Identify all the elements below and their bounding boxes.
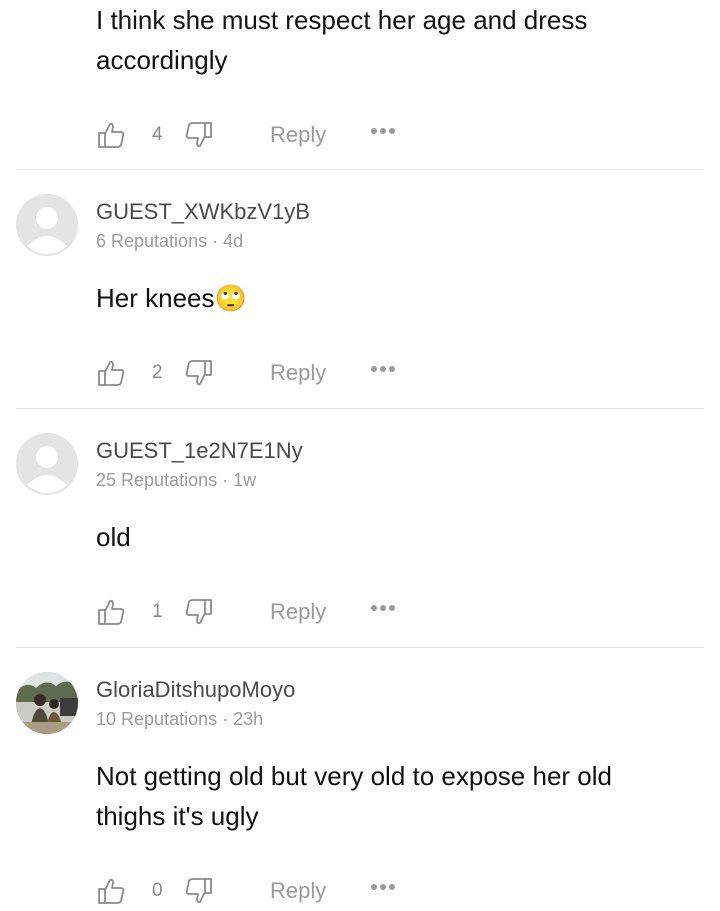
- reputation-count: 6 Reputations: [96, 231, 208, 251]
- reputation-count: 10 Reputations: [96, 709, 218, 729]
- thumbs-up-icon[interactable]: [96, 358, 126, 388]
- more-options-icon[interactable]: [370, 126, 396, 136]
- comment-text-body: Her knees: [96, 283, 215, 313]
- divider: [16, 408, 704, 409]
- comment-time: 1w: [233, 470, 257, 490]
- more-options-icon[interactable]: [370, 364, 396, 374]
- thumbs-up-icon[interactable]: [96, 120, 126, 150]
- thumbs-down-icon[interactable]: [184, 597, 214, 627]
- comment-text: Her knees🙄: [96, 278, 686, 318]
- reputation-count: 25 Reputations: [96, 470, 218, 490]
- comment-meta: 6 Reputations · 4d: [96, 231, 243, 252]
- comment-actions: 0 Reply: [96, 874, 416, 908]
- thumbs-up-icon[interactable]: [96, 876, 126, 906]
- thumbs-up-icon[interactable]: [96, 597, 126, 627]
- default-avatar-icon[interactable]: [16, 194, 78, 256]
- comment-text: I think she must respect her age and dre…: [96, 5, 588, 75]
- thumbs-down-icon[interactable]: [184, 358, 214, 388]
- comment-actions: 4 Reply: [96, 118, 416, 152]
- comment-actions: 2 Reply: [96, 356, 416, 390]
- author-name[interactable]: GUEST_1e2N7E1Ny: [96, 438, 303, 464]
- thumbs-down-icon[interactable]: [184, 120, 214, 150]
- comment-text: old: [96, 522, 131, 552]
- meta-separator: ·: [207, 231, 224, 251]
- like-count: 1: [152, 601, 163, 622]
- comment-actions: 1 Reply: [96, 595, 416, 629]
- comment-text: Not getting old but very old to expose h…: [96, 761, 612, 831]
- comment-meta: 25 Reputations · 1w: [96, 470, 256, 491]
- reply-button[interactable]: Reply: [270, 599, 326, 625]
- divider: [16, 647, 704, 648]
- meta-separator: ·: [217, 709, 234, 729]
- default-avatar-icon[interactable]: [16, 433, 78, 495]
- author-name[interactable]: GloriaDitshupoMoyo: [96, 677, 295, 703]
- thumbs-down-icon[interactable]: [184, 876, 214, 906]
- user-photo-avatar-icon[interactable]: [16, 672, 78, 734]
- more-options-icon[interactable]: [370, 882, 396, 892]
- comment-time: 4d: [223, 231, 244, 251]
- comment-meta: 10 Reputations · 23h: [96, 709, 263, 730]
- more-options-icon[interactable]: [370, 603, 396, 613]
- author-name[interactable]: GUEST_XWKbzV1yB: [96, 199, 310, 225]
- reply-button[interactable]: Reply: [270, 122, 326, 148]
- comment-time: 23h: [233, 709, 264, 729]
- face-with-rolling-eyes-emoji: 🙄: [214, 283, 247, 313]
- like-count: 2: [152, 362, 163, 383]
- reply-button[interactable]: Reply: [270, 878, 326, 904]
- divider: [16, 169, 704, 170]
- like-count: 0: [152, 880, 163, 901]
- like-count: 4: [152, 124, 163, 145]
- reply-button[interactable]: Reply: [270, 360, 326, 386]
- meta-separator: ·: [217, 470, 234, 490]
